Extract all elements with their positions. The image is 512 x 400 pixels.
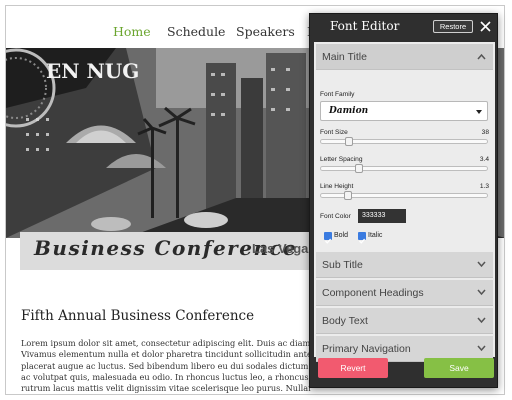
body-line: Lorem ipsum dolor sit amet, consectetur …	[21, 338, 311, 348]
line-height-value: 1.3	[479, 183, 489, 190]
body-line: rutrum lacus mattis velit dignissim vita…	[21, 383, 311, 394]
chevron-down-icon	[477, 261, 486, 268]
section-main-title[interactable]: Main Title	[316, 44, 493, 70]
editor-header: Font Editor Restore	[310, 14, 497, 40]
line-height-label: Line Height	[320, 183, 354, 190]
page-heading: Fifth Annual Business Conference	[21, 308, 255, 324]
line-height-slider[interactable]	[320, 191, 488, 200]
body-line: Vivamus elementum nulla et dolor pharetr…	[21, 349, 311, 360]
section-sub-title[interactable]: Sub Title	[316, 252, 493, 278]
section-label: Primary Navigation	[322, 343, 411, 355]
letter-spacing-slider-thumb[interactable]	[355, 164, 364, 173]
chevron-up-icon	[477, 53, 486, 60]
font-family-label: Font Family	[320, 91, 355, 98]
letter-spacing-slider[interactable]	[320, 164, 488, 173]
checkbox-checked-icon	[325, 238, 332, 244]
editor-title: Font Editor	[330, 19, 400, 33]
section-component-headings[interactable]: Component Headings	[316, 280, 493, 306]
letter-spacing-label: Letter Spacing	[320, 156, 363, 163]
body-line: placerat augue ac luctus. Sed bibendum l…	[21, 360, 309, 371]
checkbox-checked-icon	[359, 238, 366, 244]
section-label: Main Title	[322, 51, 367, 63]
close-icon[interactable]	[480, 21, 491, 32]
line-height-slider-thumb[interactable]	[343, 191, 352, 200]
bold-checkbox[interactable]	[324, 232, 332, 244]
body-line: ac volutpat quis, malesuada eu odio. In …	[21, 371, 309, 382]
italic-checkbox[interactable]	[358, 232, 366, 244]
font-size-slider[interactable]	[320, 137, 488, 146]
letter-spacing-value: 3.4	[479, 156, 489, 163]
chevron-down-icon	[477, 317, 486, 324]
editor-body: Main Title Font Family Damion Font Size …	[314, 42, 495, 362]
nav-link-home[interactable]: Home	[113, 24, 151, 39]
section-body-text[interactable]: Body Text	[316, 308, 493, 334]
font-family-value: Damion	[329, 106, 369, 116]
chevron-down-icon	[477, 345, 486, 352]
font-color-input[interactable]: 333333	[358, 209, 406, 223]
body-paragraph: Lorem ipsum dolor sit amet, consectetur …	[21, 338, 311, 394]
section-label: Body Text	[322, 315, 368, 327]
italic-label: Italic	[368, 232, 383, 239]
restore-button[interactable]: Restore	[433, 20, 473, 33]
nav-link-speakers[interactable]: Speakers	[236, 24, 295, 39]
section-label: Component Headings	[322, 287, 424, 299]
font-family-select[interactable]: Damion	[320, 101, 488, 121]
bold-label: Bold	[334, 232, 349, 239]
chevron-down-icon	[477, 289, 486, 296]
save-button[interactable]: Save	[424, 358, 494, 378]
sign-lettering: EN NUG	[46, 59, 139, 83]
section-label: Sub Title	[322, 259, 363, 271]
revert-button[interactable]: Revert	[318, 358, 388, 378]
font-size-label: Font Size	[320, 129, 348, 136]
font-editor-panel: Font Editor Restore Main Title Font Fami…	[309, 13, 498, 388]
nav-link-schedule[interactable]: Schedule	[167, 24, 225, 39]
font-size-value: 38	[481, 129, 489, 136]
hero-title-banner: Business Conference Las Vegas,	[20, 232, 320, 270]
font-size-slider-thumb[interactable]	[345, 137, 354, 146]
font-color-label: Font Color	[320, 213, 351, 220]
dropdown-caret-icon	[476, 110, 482, 114]
